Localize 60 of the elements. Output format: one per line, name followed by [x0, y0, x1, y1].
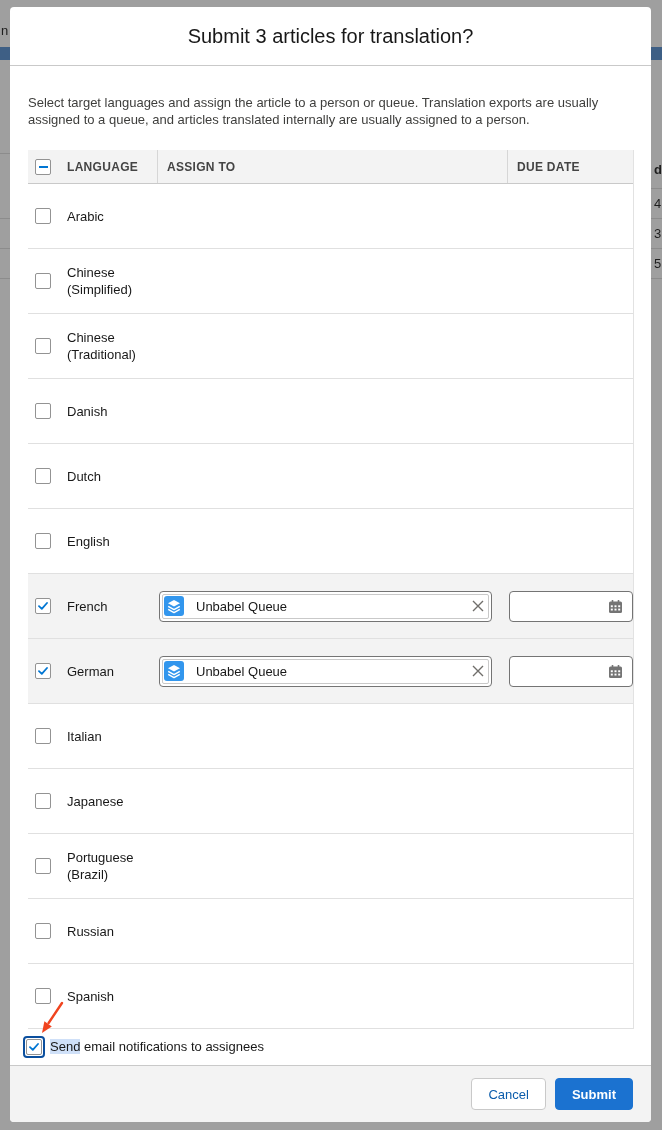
checkbox[interactable]	[35, 663, 51, 679]
language-name: German	[66, 662, 115, 680]
column-header: DUE DATE	[516, 158, 581, 176]
language-name: Dutch	[66, 467, 102, 485]
date-field[interactable]	[509, 655, 633, 687]
language-name: Danish	[66, 402, 109, 420]
checkbox[interactable]	[35, 468, 51, 484]
table-cell: 5	[654, 256, 662, 271]
language-name: Russian	[66, 922, 115, 940]
pill-label: Unbabel Queue	[196, 663, 289, 679]
checkbox[interactable]	[35, 858, 51, 874]
language-name: Arabic	[66, 207, 105, 225]
cancel-button[interactable]: Cancel	[471, 1078, 546, 1110]
menu-text: n	[1, 23, 9, 38]
nav-bar	[0, 47, 10, 60]
check-icon	[38, 667, 48, 675]
checkbox[interactable]	[35, 988, 51, 1004]
close-icon[interactable]	[472, 600, 484, 612]
table-cell: 4	[654, 196, 662, 211]
language-name: Japanese	[66, 792, 125, 810]
date-field[interactable]	[509, 590, 633, 622]
checkbox[interactable]	[35, 158, 51, 175]
lookup-field[interactable]: Unbabel Queue	[159, 590, 492, 622]
calendar-icon[interactable]	[609, 599, 622, 613]
language-name: French	[66, 597, 109, 615]
language-name: Italian	[66, 727, 103, 745]
description-text: Select target languages and assign the article to a person or queue. Translation exports are usually assigned to a queue, and articles translated internally are usually assigned to a person.	[28, 94, 600, 128]
dialog-title: Submit 3 articles for translation?	[187, 24, 474, 48]
minus-icon	[38, 165, 48, 168]
lookup-field[interactable]: Unbabel Queue	[159, 655, 492, 687]
checkbox[interactable]	[35, 403, 51, 419]
nav-bar	[651, 47, 662, 60]
checkbox[interactable]	[35, 338, 51, 354]
checkbox[interactable]	[35, 208, 51, 224]
checkbox[interactable]	[35, 273, 51, 289]
language-name: Portuguese (Brazil)	[66, 849, 135, 883]
close-icon[interactable]	[472, 665, 484, 677]
layers-icon	[164, 596, 184, 616]
annotation-arrow	[41, 1001, 64, 1034]
column-header: d	[654, 161, 662, 177]
language-name: Chinese (Simplified)	[66, 264, 133, 298]
calendar-icon[interactable]	[609, 664, 622, 678]
checkbox[interactable]	[35, 598, 51, 614]
language-name: Chinese (Traditional)	[66, 329, 137, 363]
checkbox[interactable]	[35, 923, 51, 939]
submit-button[interactable]: Submit	[554, 1078, 633, 1110]
checkbox[interactable]	[35, 793, 51, 809]
column-header: LANGUAGE	[58, 150, 158, 183]
language-name: English	[66, 532, 111, 550]
checkbox[interactable]	[35, 728, 51, 744]
column-header: ASSIGN TO	[158, 150, 508, 183]
notification-label: Send email notifications to assignees	[50, 1039, 264, 1054]
check-icon	[38, 602, 48, 610]
checkbox[interactable]	[35, 533, 51, 549]
check-icon	[29, 1042, 39, 1051]
layers-icon	[164, 661, 184, 681]
pill-label: Unbabel Queue	[196, 598, 289, 614]
language-name: Spanish	[66, 987, 115, 1005]
checkbox[interactable]	[23, 1035, 45, 1058]
table-cell: 3	[654, 226, 662, 241]
